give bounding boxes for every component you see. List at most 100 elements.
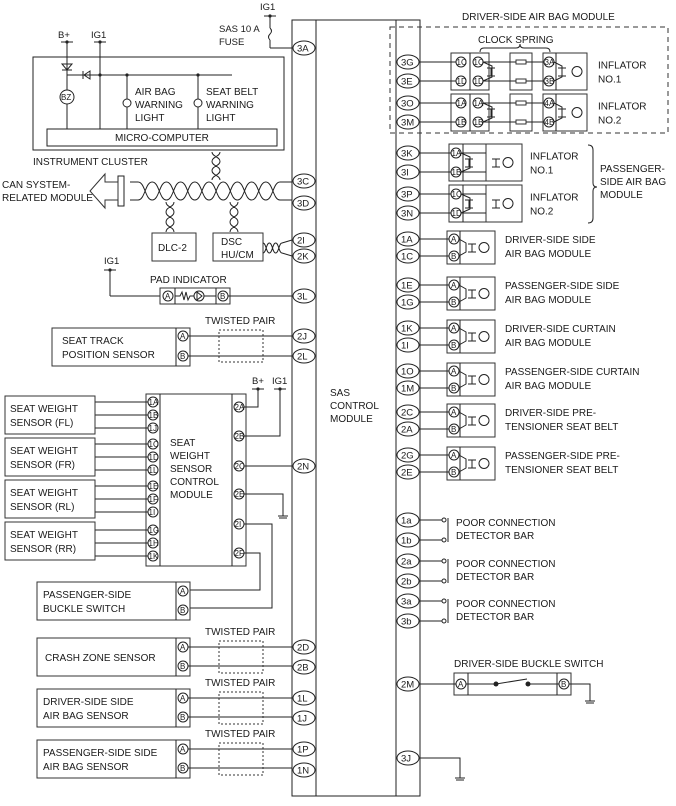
svg-text:2C: 2C	[235, 462, 245, 471]
svg-text:SENSOR (RR): SENSOR (RR)	[10, 544, 76, 555]
svg-text:A: A	[458, 680, 464, 689]
inflator-icon	[478, 415, 490, 426]
detector-terminal	[441, 598, 447, 604]
svg-text:A: A	[180, 745, 186, 754]
svg-text:1H: 1H	[149, 539, 159, 548]
twisted-pair-label: TWISTED PAIR	[205, 729, 275, 740]
svg-text:B: B	[451, 425, 456, 434]
svg-text:INFLATOR: INFLATOR	[530, 193, 579, 204]
svg-text:1b: 1b	[401, 536, 412, 547]
svg-text:IG1: IG1	[104, 256, 119, 267]
inflator-icon	[478, 288, 490, 299]
svg-text:MODULE: MODULE	[170, 490, 213, 501]
clock-spring-label: CLOCK SPRING	[478, 35, 554, 46]
svg-text:NO.1: NO.1	[598, 75, 622, 86]
instrument-cluster: MICRO-COMPUTER INSTRUMENT CLUSTER B+ IG1…	[32, 30, 285, 168]
svg-text:WEIGHT: WEIGHT	[170, 451, 210, 462]
svg-text:2I: 2I	[297, 236, 305, 247]
svg-text:B: B	[561, 680, 566, 689]
svg-text:3C: 3C	[297, 177, 309, 188]
pad-indicator: IG1 PAD INDICATOR A B	[104, 256, 292, 305]
svg-text:CONTROL: CONTROL	[170, 477, 219, 488]
svg-text:A: A	[451, 281, 457, 290]
inflator-icon	[502, 157, 514, 168]
svg-text:1I: 1I	[401, 341, 409, 352]
twisted-pair-box	[218, 329, 264, 363]
svg-text:2b: 2b	[401, 577, 412, 588]
svg-text:2E: 2E	[401, 468, 413, 479]
svg-text:1N: 1N	[297, 766, 309, 777]
svg-text:DRIVER-SIDE CURTAIN: DRIVER-SIDE CURTAIN	[505, 324, 616, 335]
svg-text:1A: 1A	[401, 235, 413, 246]
svg-text:POSITION SENSOR: POSITION SENSOR	[62, 350, 155, 361]
svg-text:SENSOR: SENSOR	[170, 464, 212, 475]
svg-text:A: A	[165, 292, 171, 301]
svg-text:AIR BAG MODULE: AIR BAG MODULE	[505, 338, 591, 349]
svg-text:2F: 2F	[235, 549, 244, 558]
svg-text:DETECTOR BAR: DETECTOR BAR	[456, 531, 534, 542]
svg-text:1E: 1E	[149, 482, 159, 491]
svg-text:2N: 2N	[297, 462, 309, 473]
svg-text:AIR BAG: AIR BAG	[135, 87, 176, 98]
svg-text:1K: 1K	[149, 552, 159, 561]
svg-text:1J: 1J	[297, 714, 307, 725]
svg-text:1F: 1F	[149, 495, 158, 504]
instrument-cluster-label: INSTRUMENT CLUSTER	[33, 157, 148, 168]
svg-text:B: B	[451, 384, 456, 393]
svg-text:A: A	[451, 408, 457, 417]
svg-text:2J: 2J	[297, 332, 307, 343]
sas-fuse: IG1 SAS 10 A FUSE	[219, 2, 292, 49]
driver-airbag-label: DRIVER-SIDE AIR BAG MODULE	[462, 12, 615, 23]
svg-text:B: B	[180, 352, 185, 361]
svg-text:4A: 4A	[545, 99, 555, 108]
svg-text:LIGHT: LIGHT	[206, 113, 235, 124]
svg-text:SENSOR (FR): SENSOR (FR)	[10, 460, 75, 471]
ground-icon	[455, 777, 465, 781]
svg-text:SEAT TRACK: SEAT TRACK	[62, 336, 124, 347]
svg-text:B: B	[451, 252, 456, 261]
svg-text:1O: 1O	[401, 367, 414, 378]
svg-text:PASSENGER-SIDE: PASSENGER-SIDE	[43, 590, 131, 601]
svg-text:2a: 2a	[401, 557, 412, 568]
svg-text:2M: 2M	[401, 680, 414, 691]
svg-text:A: A	[451, 367, 457, 376]
svg-text:1A: 1A	[149, 398, 159, 407]
detector-terminal	[441, 517, 447, 523]
svg-text:POOR CONNECTION: POOR CONNECTION	[456, 599, 555, 610]
svg-text:1P: 1P	[297, 745, 309, 756]
fuse-icon	[268, 27, 272, 41]
svg-text:3N: 3N	[401, 209, 413, 220]
twisted-pair-box	[218, 640, 264, 674]
module-title-3: MODULE	[330, 414, 373, 425]
svg-text:IG1: IG1	[272, 376, 287, 387]
svg-text:1M: 1M	[401, 384, 414, 395]
svg-text:TENSIONER SEAT BELT: TENSIONER SEAT BELT	[505, 422, 618, 433]
svg-text:1B: 1B	[474, 118, 484, 127]
svg-text:B: B	[180, 713, 185, 722]
bplus-label: B+	[58, 30, 70, 41]
svg-text:AIR BAG SENSOR: AIR BAG SENSOR	[43, 762, 129, 773]
svg-text:1E: 1E	[401, 281, 413, 292]
svg-text:1D: 1D	[457, 77, 467, 86]
svg-text:DSC: DSC	[221, 237, 242, 248]
svg-text:SEAT WEIGHT: SEAT WEIGHT	[10, 488, 78, 499]
svg-text:3K: 3K	[401, 149, 413, 160]
svg-text:DRIVER-SIDE SIDE: DRIVER-SIDE SIDE	[43, 697, 134, 708]
svg-text:1B: 1B	[452, 168, 462, 177]
can-label-1: CAN SYSTEM-	[2, 180, 70, 191]
ig1-label: IG1	[260, 2, 275, 13]
svg-text:DRIVER-SIDE PRE-: DRIVER-SIDE PRE-	[505, 408, 596, 419]
inflator-icon	[502, 198, 514, 209]
fuse-label-2: FUSE	[219, 37, 244, 48]
svg-text:1G: 1G	[401, 298, 414, 309]
svg-text:INFLATOR: INFLATOR	[598, 102, 647, 113]
svg-text:3I: 3I	[401, 168, 409, 179]
svg-text:1L: 1L	[149, 466, 158, 475]
svg-text:DETECTOR BAR: DETECTOR BAR	[456, 572, 534, 583]
svg-text:2I: 2I	[235, 520, 242, 529]
svg-text:1K: 1K	[401, 324, 413, 335]
detector-terminal	[441, 618, 447, 624]
inflator-icon	[478, 242, 490, 253]
svg-text:2B: 2B	[235, 432, 245, 441]
svg-text:1a: 1a	[401, 516, 412, 527]
